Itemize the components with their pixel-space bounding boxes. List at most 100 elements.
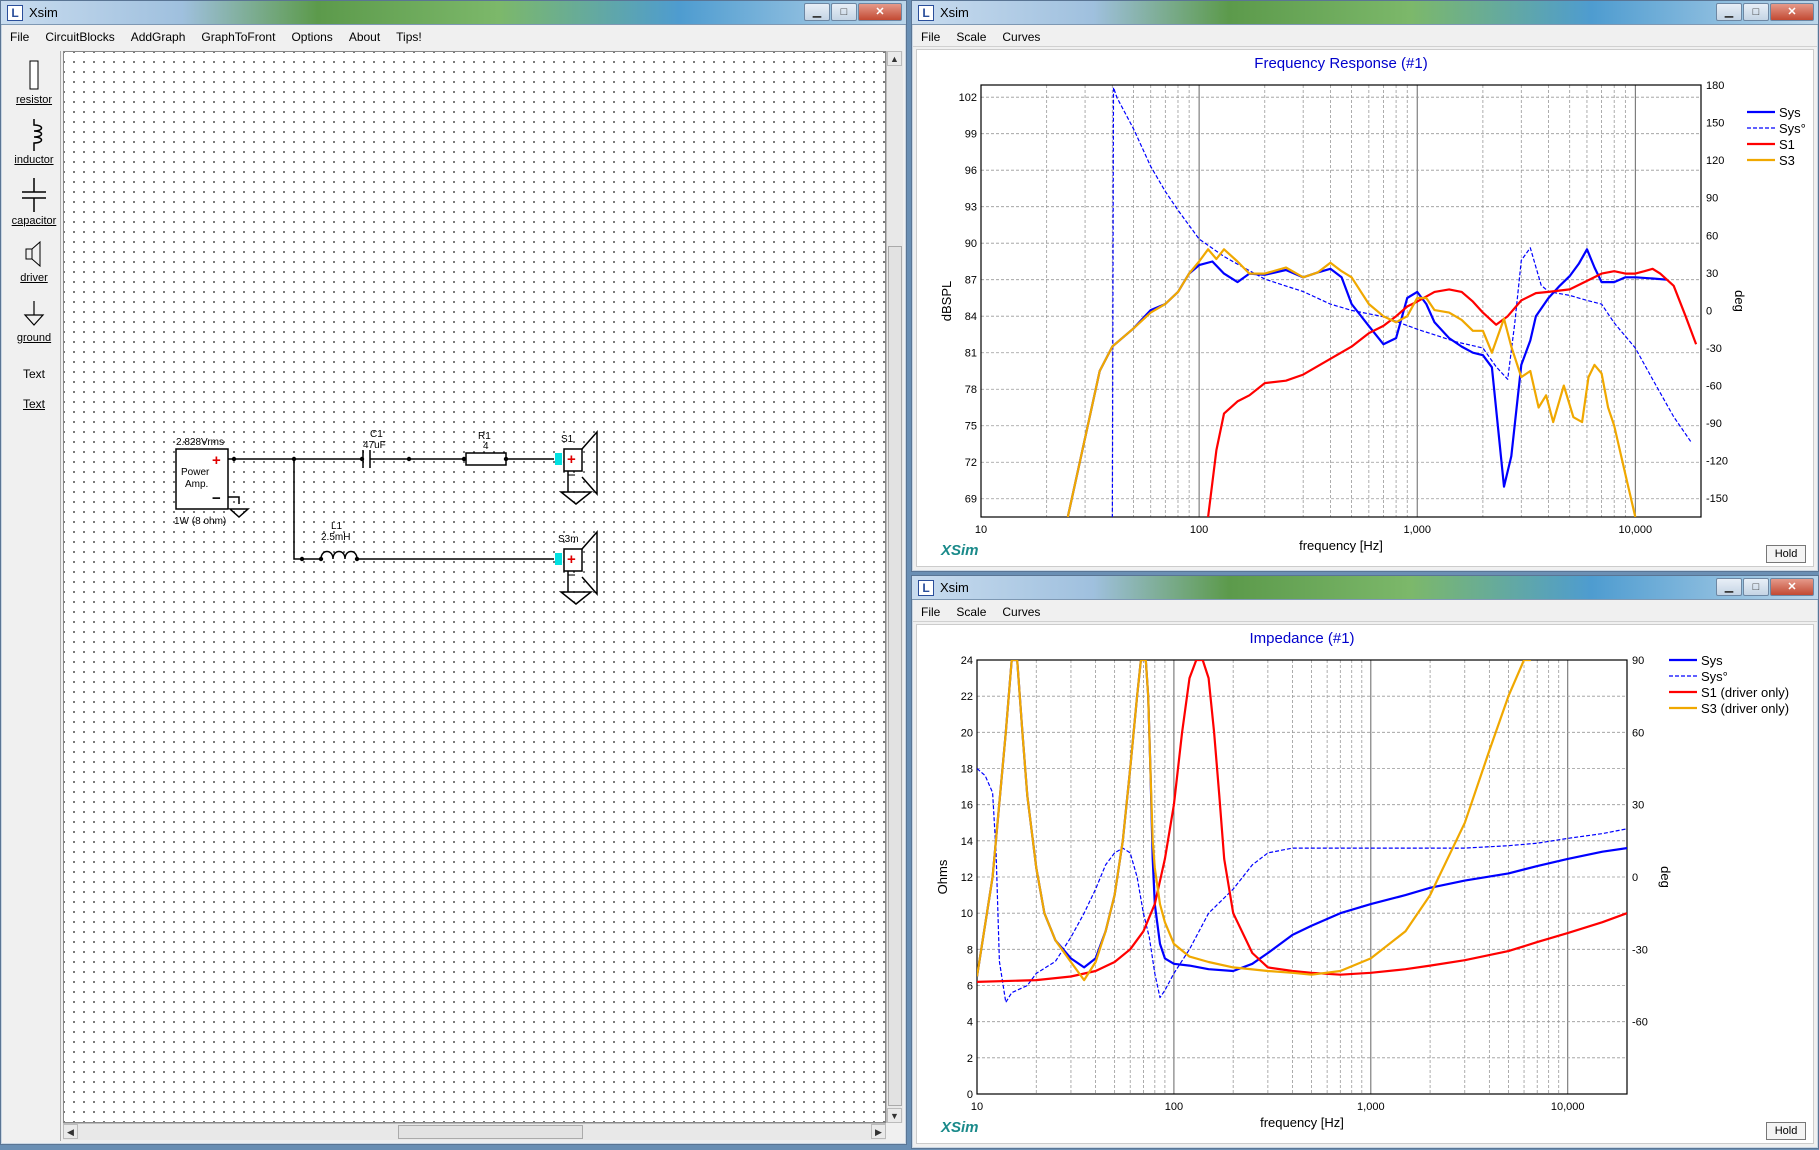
- menu-tips[interactable]: Tips!: [388, 30, 430, 44]
- maximize-button[interactable]: □: [831, 3, 857, 21]
- y2-tick-label: 90: [1706, 193, 1718, 205]
- impedance-window: L Xsim ▁ □ ✕ File Scale Curves 0 2 4 6 8 10 12…: [911, 575, 1819, 1149]
- horizontal-scroll-thumb[interactable]: [398, 1125, 583, 1139]
- xsim-brand-label: XSim: [940, 1119, 979, 1136]
- window-title: Xsim: [29, 5, 58, 20]
- horizontal-scrollbar[interactable]: ◀ ▶: [63, 1123, 886, 1140]
- tool-ground[interactable]: ground: [7, 299, 61, 344]
- y-tick-label: 6: [967, 981, 973, 993]
- x-axis-label: frequency [Hz]: [1260, 1115, 1344, 1130]
- menu-curves[interactable]: Curves: [994, 605, 1048, 619]
- x-axis-label: frequency [Hz]: [1299, 538, 1383, 553]
- legend-entry: S1 (driver only): [1701, 685, 1789, 700]
- window-title: Xsim: [940, 580, 969, 595]
- amp-voltage-label: 2.828Vrms: [176, 437, 224, 448]
- impedance-menubar: File Scale Curves: [913, 602, 1817, 622]
- menu-about[interactable]: About: [341, 30, 388, 44]
- y-tick-label: 10: [961, 908, 973, 920]
- y-tick-label: 0: [967, 1089, 973, 1101]
- amp-name-line2: Amp.: [185, 479, 208, 490]
- menu-file[interactable]: File: [913, 30, 948, 44]
- legend-entry: S3: [1779, 153, 1795, 168]
- tool-driver[interactable]: driver: [7, 239, 61, 284]
- amp-plus: +: [212, 452, 221, 469]
- tool-resistor[interactable]: resistor: [7, 59, 61, 106]
- resistor-icon: [29, 60, 39, 90]
- scroll-right-arrow[interactable]: ▶: [871, 1124, 886, 1139]
- y2-tick-label: -30: [1706, 343, 1722, 355]
- legend-entry: Sys: [1779, 105, 1801, 120]
- x-tick-label: 1,000: [1403, 524, 1431, 536]
- menu-scale[interactable]: Scale: [948, 30, 994, 44]
- component-toolbox: resistor inductor capacitor driver groun…: [7, 51, 61, 1141]
- tool-text-2[interactable]: Text: [7, 397, 61, 411]
- vertical-scroll-thumb[interactable]: [888, 246, 902, 1106]
- hold-button[interactable]: Hold: [1766, 545, 1806, 563]
- tool-label: driver: [20, 272, 48, 284]
- close-button[interactable]: ✕: [1770, 3, 1814, 21]
- schematic-titlebar[interactable]: L Xsim ▁ □ ✕: [1, 1, 906, 25]
- y-tick-label: 22: [961, 691, 973, 703]
- y2-tick-label: 0: [1706, 305, 1712, 317]
- impedance-titlebar[interactable]: L Xsim ▁ □ ✕: [912, 576, 1818, 600]
- driver-icon: [25, 240, 41, 268]
- schematic-window: L Xsim ▁ □ ✕ File CircuitBlocks AddGraph…: [0, 0, 907, 1145]
- menu-circuitblocks[interactable]: CircuitBlocks: [37, 30, 122, 44]
- menu-file[interactable]: File: [913, 605, 948, 619]
- legend-entry: Sys°: [1779, 121, 1806, 136]
- y-tick-label: 12: [961, 872, 973, 884]
- y2-axis-label: deg: [1732, 290, 1747, 312]
- y2-axis-label: deg: [1658, 866, 1673, 888]
- text-tool-label: Text: [22, 367, 45, 381]
- tool-text[interactable]: Text: [7, 367, 61, 381]
- menu-addgraph[interactable]: AddGraph: [123, 30, 194, 44]
- y-tick-label: 81: [965, 348, 977, 360]
- l1-name: L1: [331, 521, 343, 532]
- chart-title: Impedance (#1): [1249, 630, 1354, 647]
- maximize-button[interactable]: □: [1743, 578, 1769, 596]
- minimize-button[interactable]: ▁: [1716, 578, 1742, 596]
- y-tick-label: 16: [961, 800, 973, 812]
- close-button[interactable]: ✕: [1770, 578, 1814, 596]
- scroll-up-arrow[interactable]: ▲: [887, 51, 902, 66]
- menu-options[interactable]: Options: [283, 30, 340, 44]
- impedance-plot-area: 0 2 4 6 8 10 12 14 16 18 20 22 24 90 60 30 0 -30 -60 10 100 1…: [916, 624, 1814, 1144]
- y-tick-label: 96: [965, 165, 977, 177]
- y-axis-label: dBSPL: [939, 281, 954, 321]
- y2-tick-label: -60: [1706, 381, 1722, 393]
- y-tick-label: 69: [965, 494, 977, 506]
- svg-text:+: +: [567, 451, 576, 468]
- y2-tick-label: -30: [1632, 944, 1648, 956]
- menu-file[interactable]: File: [2, 30, 37, 44]
- scroll-down-arrow[interactable]: ▼: [887, 1108, 902, 1123]
- impedance-chart[interactable]: 024681012141618202224 9060300-30-6010 100 1…: [917, 625, 1815, 1145]
- maximize-button[interactable]: □: [1743, 3, 1769, 21]
- window-title: Xsim: [940, 5, 969, 20]
- minimize-button[interactable]: ▁: [1716, 3, 1742, 21]
- x-tick-label: 10,000: [1619, 524, 1653, 536]
- minimize-button[interactable]: ▁: [804, 3, 830, 21]
- x-tick-label: 100: [1190, 524, 1208, 536]
- tool-inductor[interactable]: inductor: [7, 119, 61, 166]
- schematic-canvas[interactable]: + − + − 2.828Vrms Power Amp. + − 1W (8 o…: [63, 51, 886, 1123]
- y-tick-label: 75: [965, 421, 977, 433]
- y2-tick-label: 60: [1632, 727, 1644, 739]
- frequency-response-chart[interactable]: 102 99 96 93 90 87 84 81 78 75 72 69 180 150 120 90 60 30…: [917, 50, 1815, 568]
- y2-tick-label: -90: [1706, 418, 1722, 430]
- hold-button[interactable]: Hold: [1766, 1122, 1806, 1140]
- menu-scale[interactable]: Scale: [948, 605, 994, 619]
- y-tick-label: 87: [965, 275, 977, 287]
- series-line: [977, 660, 1627, 983]
- menu-curves[interactable]: Curves: [994, 30, 1048, 44]
- response-titlebar[interactable]: L Xsim ▁ □ ✕: [912, 1, 1818, 25]
- y-tick-label: 84: [965, 311, 977, 323]
- tool-capacitor[interactable]: capacitor: [7, 178, 61, 227]
- scroll-left-arrow[interactable]: ◀: [63, 1124, 78, 1139]
- menu-graphtofront[interactable]: GraphToFront: [193, 30, 283, 44]
- close-button[interactable]: ✕: [858, 3, 902, 21]
- s1-terminal: [555, 453, 562, 465]
- xsim-brand-label: XSim: [940, 542, 979, 559]
- vertical-scrollbar[interactable]: ▲ ▼: [886, 51, 903, 1123]
- y-tick-label: 78: [965, 384, 977, 396]
- y2-tick-label: 30: [1632, 800, 1644, 812]
